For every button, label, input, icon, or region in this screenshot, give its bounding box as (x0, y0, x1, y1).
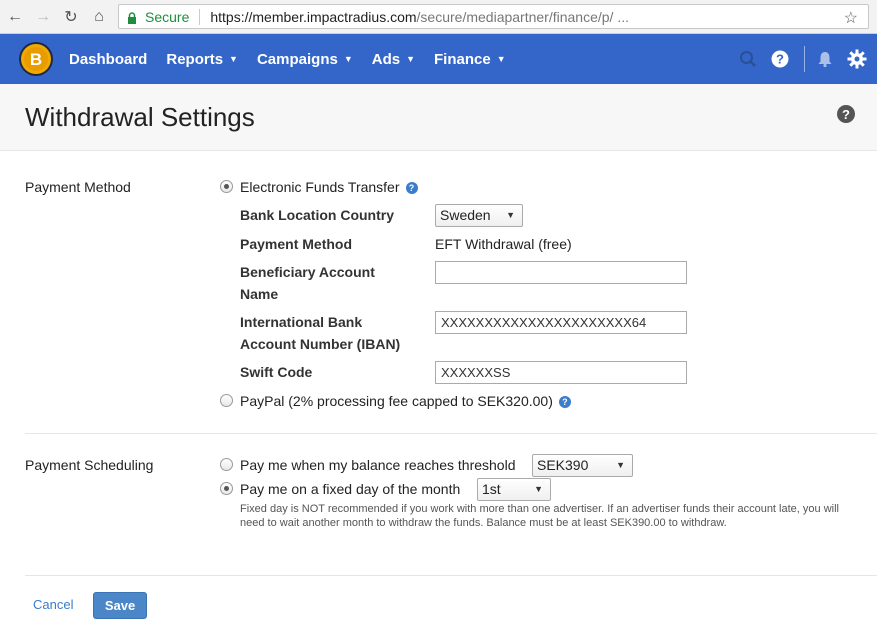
svg-text:?: ? (776, 52, 784, 67)
browser-toolbar: ← → ↻ ⌂ Secure https://member.impactradi… (0, 0, 877, 34)
nav-finance[interactable]: Finance ▼ (434, 51, 506, 68)
gear-icon[interactable] (843, 45, 871, 73)
url-path: /secure/mediapartner/finance/p/ ... (416, 8, 629, 25)
nav-campaigns[interactable]: Campaigns ▼ (257, 51, 353, 68)
swift-label: Swift Code (240, 364, 313, 380)
payment-method-section-label: Payment Method (25, 179, 131, 195)
bank-country-select[interactable]: Sweden ▼ (435, 204, 523, 227)
beneficiary-label-line2: Name (240, 286, 279, 302)
bank-country-value: Sweden (440, 207, 491, 223)
forward-icon[interactable]: → (30, 4, 56, 30)
nav-divider (804, 46, 805, 72)
app-navbar: B Dashboard Reports ▼ Campaigns ▼ Ads ▼ Fin… (0, 34, 877, 84)
secure-label: Secure (145, 8, 190, 25)
caret-down-icon: ▼ (229, 54, 238, 64)
nav-right-tools: ? (734, 34, 877, 84)
caret-down-icon: ▼ (496, 54, 506, 64)
nav-dashboard-label: Dashboard (69, 50, 148, 68)
payment-scheduling-section-label: Payment Scheduling (25, 457, 154, 473)
bitcoin-logo-icon[interactable]: B (19, 42, 53, 76)
bell-icon[interactable] (811, 45, 839, 73)
nav-finance-label: Finance (434, 50, 491, 68)
eft-help-icon[interactable]: ? (405, 182, 418, 195)
url-host: https://member.impactradius.com (210, 8, 417, 25)
nav-reports-label: Reports (166, 50, 224, 68)
eft-label: Electronic Funds Transfer (240, 179, 400, 195)
nav-ads-label: Ads (371, 50, 401, 68)
nav-ads[interactable]: Ads ▼ (372, 51, 415, 68)
nav-reports[interactable]: Reports ▼ (166, 51, 238, 68)
back-icon[interactable]: ← (2, 4, 28, 30)
method-label: Payment Method (240, 236, 353, 252)
eft-option: Electronic Funds Transfer? (240, 179, 418, 195)
help-icon[interactable]: ? (766, 45, 794, 73)
page-header: Withdrawal Settings ? (0, 84, 877, 151)
svg-text:B: B (30, 50, 42, 69)
iban-input[interactable] (435, 311, 687, 334)
method-value: EFT Withdrawal (free) (435, 236, 572, 252)
cancel-link[interactable]: Cancel (33, 597, 73, 612)
address-bar[interactable]: Secure https://member.impactradius.com/s… (118, 4, 869, 29)
eft-radio[interactable] (220, 180, 233, 193)
iban-label-line2: Account Number (IBAN) (240, 336, 401, 352)
caret-down-icon: ▼ (406, 54, 416, 64)
page-help-icon[interactable]: ? (837, 105, 855, 123)
url-separator (199, 8, 201, 25)
chevron-down-icon: ▼ (534, 484, 543, 494)
chevron-down-icon: ▼ (616, 460, 625, 470)
section-divider (25, 433, 877, 434)
paypal-label: PayPal (2% processing fee capped to SEK3… (240, 393, 553, 409)
threshold-label: Pay me when my balance reaches threshold (240, 457, 516, 473)
paypal-option: PayPal (2% processing fee capped to SEK3… (240, 393, 571, 409)
fixed-day-note: Fixed day is NOT recommended if you work… (240, 503, 839, 529)
home-icon[interactable]: ⌂ (86, 4, 112, 30)
fixed-day-select[interactable]: 1st ▼ (477, 478, 551, 501)
nav-dashboard[interactable]: Dashboard (69, 51, 147, 68)
fixed-day-value: 1st (482, 481, 501, 497)
bank-country-label: Bank Location Country (240, 207, 395, 223)
threshold-value: SEK390 (537, 457, 589, 473)
search-icon[interactable] (734, 45, 762, 73)
lock-icon (127, 11, 137, 24)
paypal-radio[interactable] (220, 394, 233, 407)
chevron-down-icon: ▼ (506, 210, 515, 220)
iban-label-line1: International Bank (240, 314, 363, 330)
beneficiary-name-input[interactable] (435, 261, 687, 284)
threshold-select[interactable]: SEK390 ▼ (532, 454, 633, 477)
page-title: Withdrawal Settings (25, 102, 255, 132)
actions-divider (25, 575, 877, 576)
nav-campaigns-label: Campaigns (256, 50, 338, 68)
swift-input[interactable] (435, 361, 687, 384)
caret-down-icon: ▼ (343, 54, 353, 64)
paypal-help-icon[interactable]: ? (558, 396, 571, 409)
reload-icon[interactable]: ↻ (58, 4, 84, 30)
save-button[interactable]: Save (93, 592, 147, 619)
fixed-day-label: Pay me on a fixed day of the month (240, 481, 461, 497)
threshold-radio[interactable] (220, 458, 233, 471)
beneficiary-label-line1: Beneficiary Account (240, 264, 375, 280)
bookmark-star-icon[interactable]: ☆ (844, 8, 858, 28)
fixed-day-radio[interactable] (220, 482, 233, 495)
